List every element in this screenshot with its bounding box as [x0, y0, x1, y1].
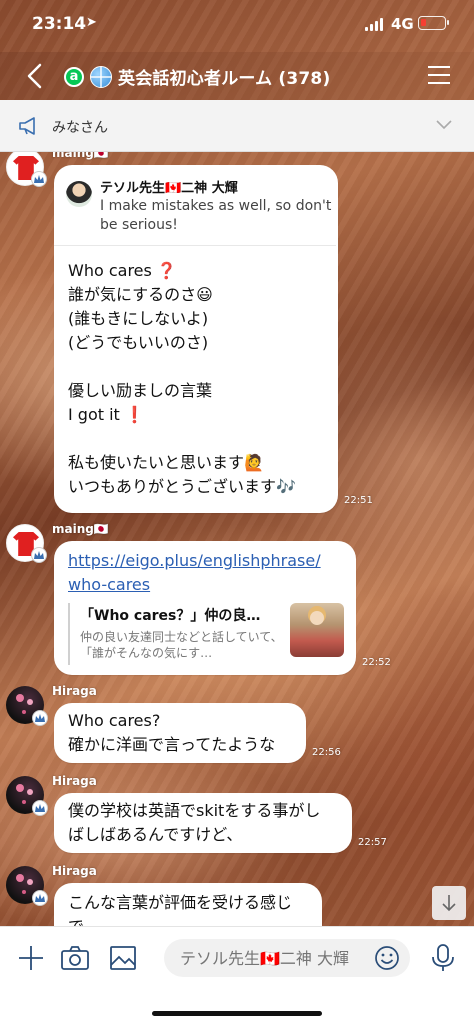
message-bubble[interactable]: Who cares? 確かに洋画で言ってたような: [54, 703, 306, 763]
status-time: 23:14: [32, 14, 87, 34]
message-bubble[interactable]: テソル先生🇨🇦二神 大輝 I make mistakes as well, so…: [54, 165, 338, 513]
chat-header: a 英会話初心者ルーム (378): [0, 52, 474, 100]
announcement-text: みなさん: [52, 120, 108, 136]
hamburger-icon: [428, 66, 450, 68]
reply-quote-text: I make mistakes as well, so don't be ser…: [100, 198, 332, 233]
room-title: 英会話初心者ルーム (378): [118, 69, 331, 89]
sender-name: Hiraga: [52, 774, 97, 788]
reply-quote[interactable]: テソル先生🇨🇦二神 大輝 I make mistakes as well, so…: [66, 175, 336, 245]
message-bubble[interactable]: https://eigo.plus/englishphrase/ who-car…: [54, 541, 356, 675]
message-text: Who cares ❓ 誰が気にするのさ😃 (誰もきにしないよ) (どうでもいい…: [68, 261, 296, 496]
image-icon[interactable]: [108, 943, 138, 973]
avatar: [66, 181, 92, 207]
sender-name: Hiraga: [52, 684, 97, 698]
message-time: 22:57: [358, 837, 387, 848]
back-button[interactable]: [22, 62, 50, 90]
avatar[interactable]: [6, 686, 48, 726]
divider: [54, 245, 336, 246]
megaphone-icon: [19, 117, 35, 135]
room-title-group[interactable]: a 英会話初心者ルーム (378): [64, 64, 330, 89]
avatar[interactable]: [6, 524, 47, 563]
message-list[interactable]: maing🇯🇵 テソル先生🇨🇦二神 大輝 I make mistakes as …: [0, 152, 474, 926]
message-time: 22:51: [344, 495, 373, 506]
message-time: 22:52: [362, 657, 391, 668]
link-preview[interactable]: 「Who cares？」仲の良… 仲の良い友達同士などと話していて、「誰がそんな…: [68, 603, 344, 665]
status-bar: 23:14 ➤ 4G: [0, 0, 474, 52]
crown-icon: [32, 710, 48, 726]
message-bubble[interactable]: こんな言葉が評価を受ける感じ で: [54, 883, 322, 926]
sender-name: maing🇯🇵: [52, 152, 109, 160]
link-preview-thumbnail: [290, 603, 344, 657]
reply-quote-name: テソル先生🇨🇦二神 大輝: [100, 181, 238, 196]
location-arrow-icon: ➤: [86, 15, 97, 30]
message-input-bar: [0, 926, 474, 1024]
message-time: 22:56: [312, 747, 341, 758]
crown-icon: [32, 800, 48, 816]
arrow-down-icon: [442, 895, 456, 912]
link-preview-title: 「Who cares？」仲の良…: [80, 608, 261, 624]
link-preview-description: 仲の良い友達同士などと話していて、「誰がそんなの気にす…: [80, 630, 283, 660]
announcement-bar[interactable]: みなさん: [0, 100, 474, 152]
globe-icon: [90, 65, 112, 88]
chevron-down-icon[interactable]: [436, 118, 452, 130]
message-text: 僕の学校は英語でskitをする事がし ばしばあるんですけど、: [68, 801, 321, 844]
chevron-left-icon: [27, 63, 42, 89]
smiley-icon[interactable]: [374, 945, 400, 971]
scroll-to-bottom-button[interactable]: [432, 886, 466, 920]
avatar[interactable]: [6, 866, 48, 906]
message-text: こんな言葉が評価を受ける感じ で: [68, 893, 293, 926]
plus-icon[interactable]: [16, 943, 46, 973]
link[interactable]: https://eigo.plus/englishphrase/: [68, 549, 321, 573]
menu-button[interactable]: [428, 66, 450, 84]
battery-icon: [418, 16, 449, 30]
message-text: Who cares? 確かに洋画で言ってたような: [68, 711, 276, 754]
crown-icon: [31, 547, 47, 563]
cellular-signal-icon: [365, 18, 383, 31]
sender-name: Hiraga: [52, 864, 97, 878]
crown-icon: [31, 171, 47, 187]
network-type: 4G: [391, 15, 414, 33]
home-indicator: [152, 1011, 322, 1016]
sender-name: maing🇯🇵: [52, 522, 109, 536]
microphone-icon[interactable]: [428, 943, 458, 973]
link[interactable]: who-cares: [68, 573, 321, 597]
camera-icon[interactable]: [60, 943, 90, 973]
open-chat-icon: a: [64, 66, 84, 87]
crown-icon: [32, 890, 48, 906]
message-bubble[interactable]: 僕の学校は英語でskitをする事がし ばしばあるんですけど、: [54, 793, 352, 853]
avatar[interactable]: [6, 152, 47, 187]
avatar[interactable]: [6, 776, 48, 816]
